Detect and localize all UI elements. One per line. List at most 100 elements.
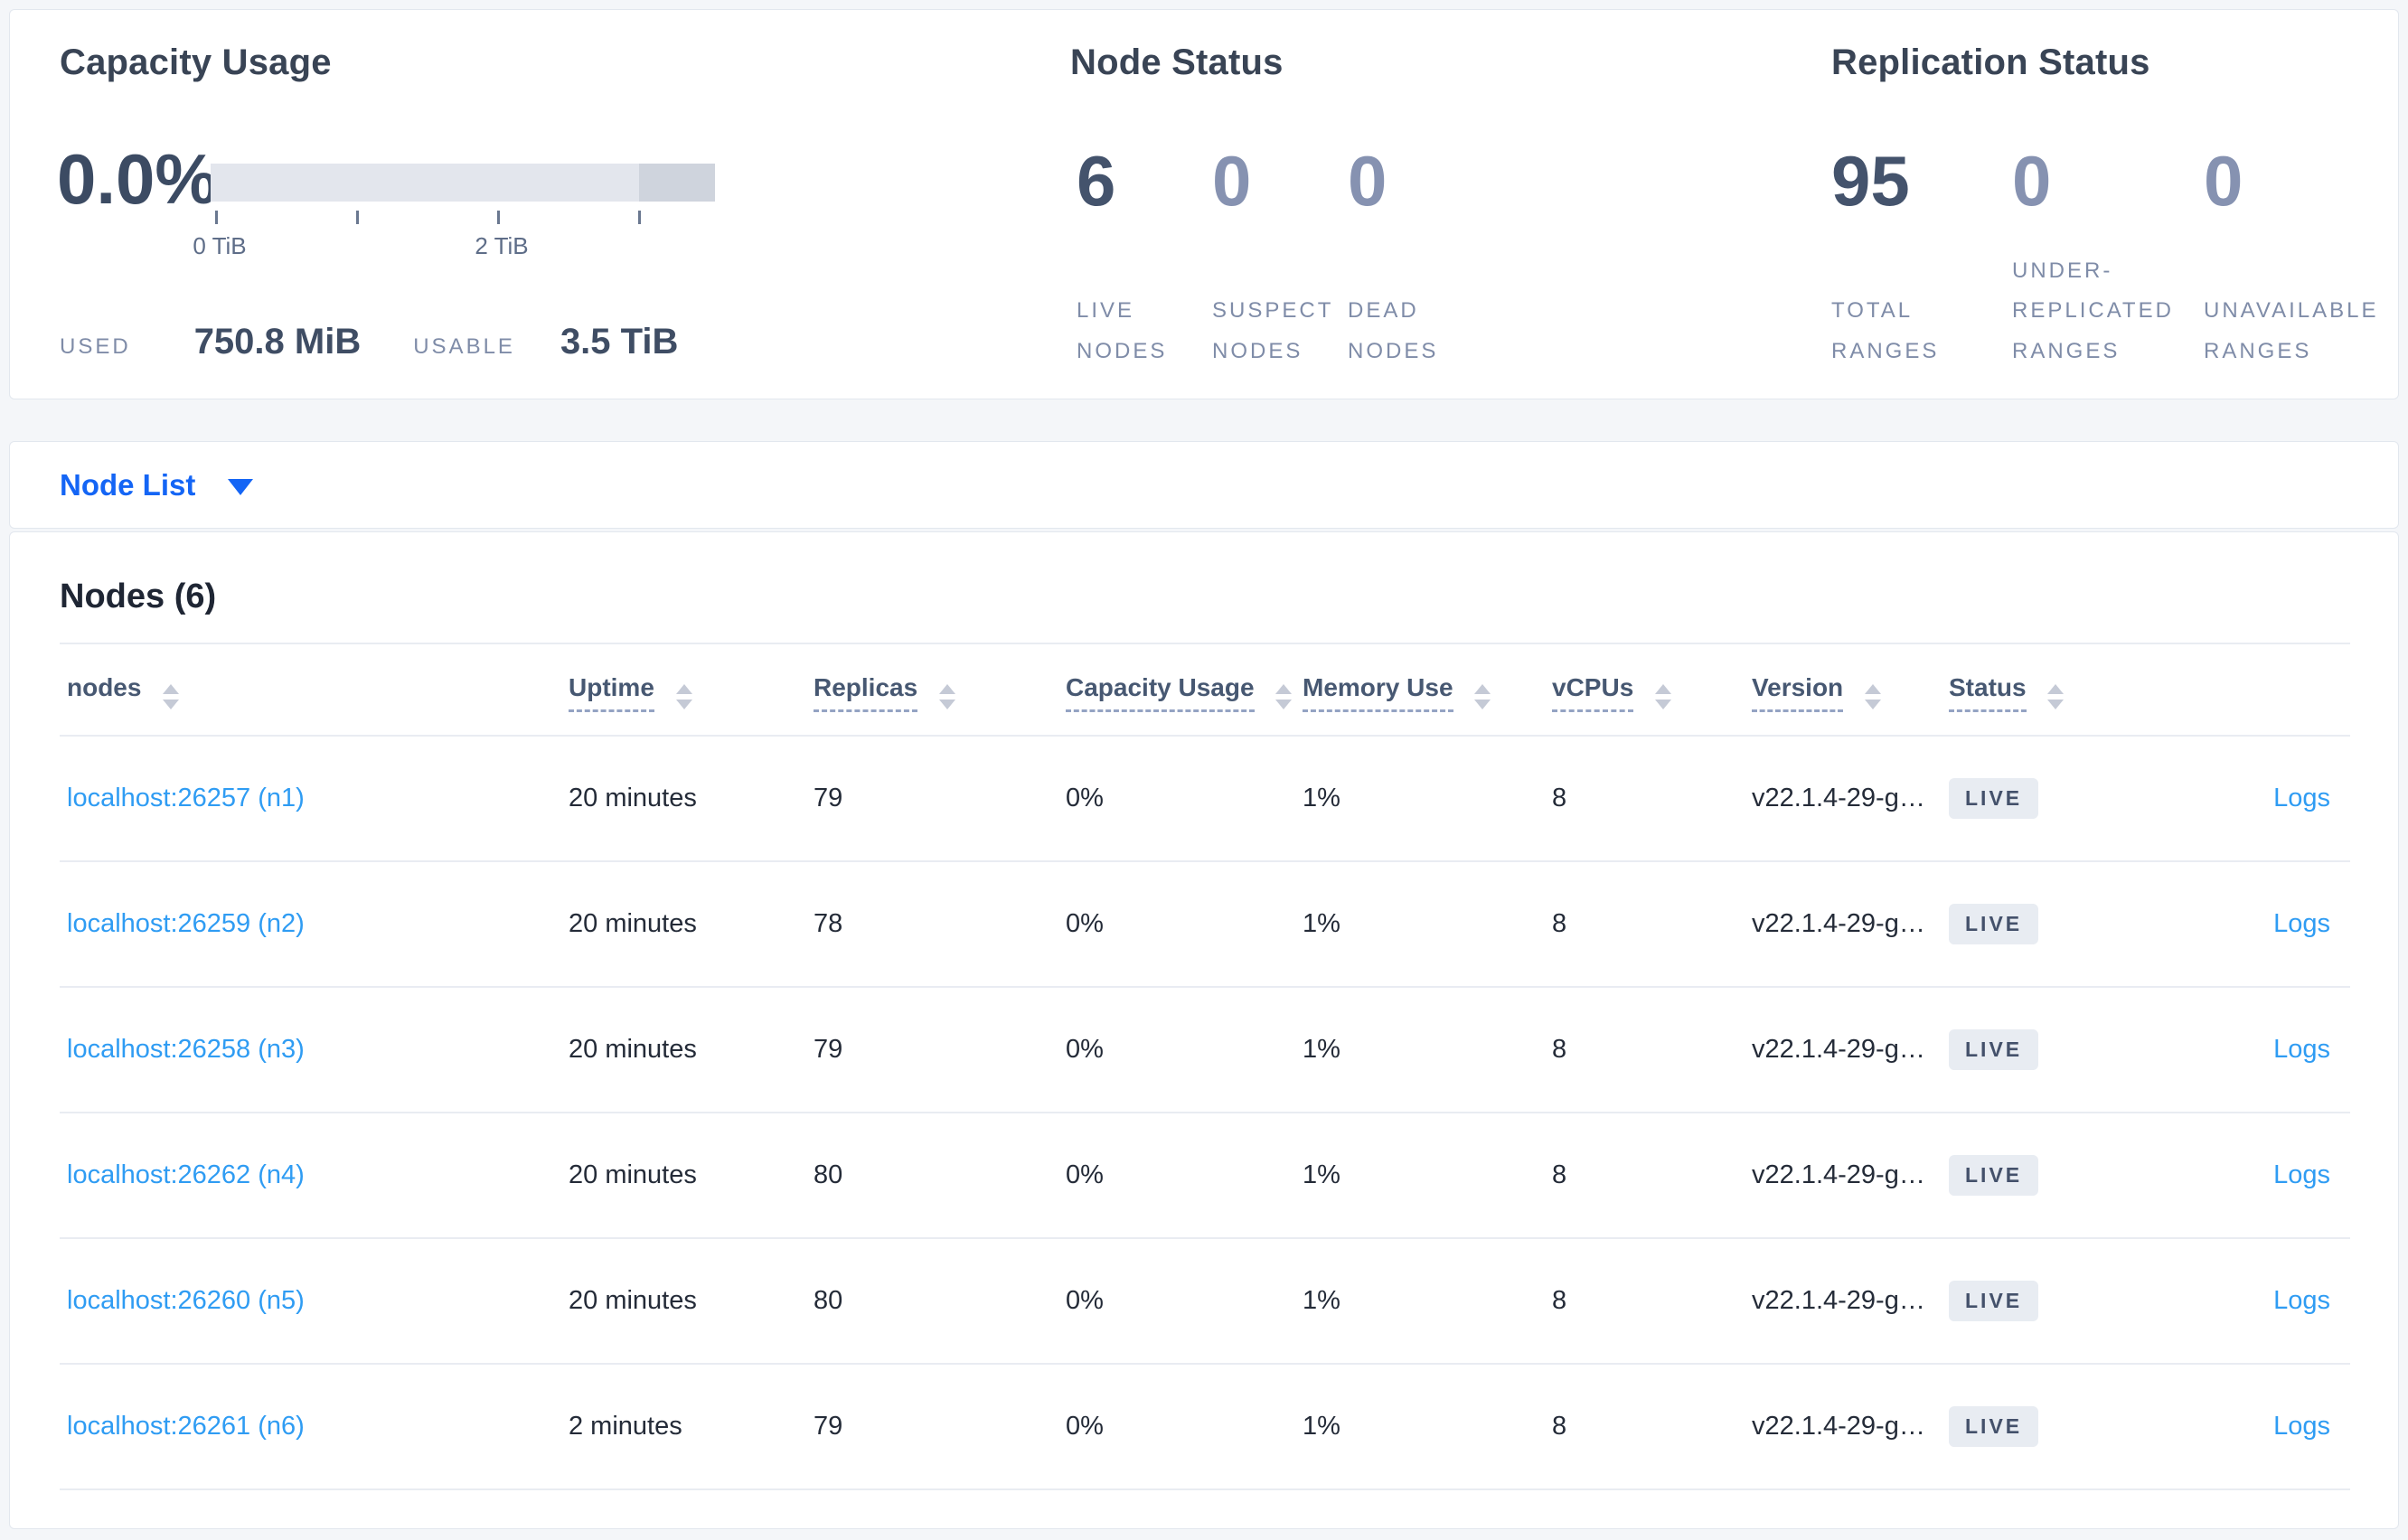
vcpus-cell: 8 — [1552, 861, 1752, 988]
used-value: 750.8 MiB — [193, 322, 362, 362]
replicas-cell: 79 — [814, 736, 1066, 862]
node-link[interactable]: localhost:26261 (n6) — [67, 1412, 305, 1441]
unavailable-ranges-label: UNAVAILABLE RANGES — [2204, 298, 2379, 363]
capacity-bar-chart: 0 TiB 2 TiB — [193, 164, 715, 259]
table-row: localhost:26258 (n3) 20 minutes 79 0% 1%… — [60, 987, 2350, 1113]
sort-icon — [1655, 684, 1672, 709]
dead-nodes-label: DEAD NODES — [1348, 298, 1439, 363]
capacity-usage-cell: 0% — [1066, 1113, 1303, 1239]
nodes-table-card: Nodes (6) nodes Uptime Replicas Capacity… — [9, 531, 2399, 1529]
logs-link[interactable]: Logs — [2273, 1286, 2330, 1315]
node-link[interactable]: localhost:26259 (n2) — [67, 909, 305, 938]
version-cell: v22.1.4-29-g… — [1752, 736, 1949, 862]
node-link[interactable]: localhost:26262 (n4) — [67, 1160, 305, 1189]
memory-use-cell: 1% — [1303, 736, 1552, 862]
uptime-cell: 2 minutes — [569, 1364, 814, 1490]
nodes-count-title: Nodes (6) — [60, 578, 217, 615]
memory-use-cell: 1% — [1303, 1113, 1552, 1239]
node-status-title: Node Status — [1070, 42, 1284, 82]
chevron-down-icon — [228, 478, 254, 495]
table-row: localhost:26262 (n4) 20 minutes 80 0% 1%… — [60, 1113, 2350, 1239]
replicas-cell: 79 — [814, 987, 1066, 1113]
sort-icon — [1864, 684, 1881, 709]
under-replicated-label: UNDER-REPLICATED RANGES — [2012, 258, 2174, 363]
unavailable-ranges-stat: 0 UNAVAILABLE RANGES — [2204, 146, 2408, 371]
replicas-cell: 80 — [814, 1238, 1066, 1365]
version-cell: v22.1.4-29-g… — [1752, 861, 1949, 988]
capacity-bar — [211, 164, 715, 202]
column-header-status[interactable]: Status — [1949, 643, 2166, 737]
vcpus-cell: 8 — [1552, 1113, 1752, 1239]
replicas-cell: 78 — [814, 861, 1066, 988]
node-link[interactable]: localhost:26260 (n5) — [67, 1286, 305, 1315]
replication-status-stats: 95 TOTAL RANGES 0 UNDER-REPLICATED RANGE… — [1831, 146, 2408, 371]
live-nodes-value: 6 — [1077, 141, 1116, 221]
capacity-percent: 0.0% — [57, 139, 218, 219]
cluster-summary-card: Capacity Usage 0.0% 0 TiB 2 TiB USED 750… — [9, 9, 2399, 399]
column-header-capacity-usage[interactable]: Capacity Usage — [1066, 643, 1303, 737]
dead-nodes-value: 0 — [1348, 141, 1387, 221]
capacity-tick — [638, 211, 641, 224]
suspect-nodes-stat: 0 SUSPECT NODES — [1212, 146, 1348, 371]
column-header-replicas[interactable]: Replicas — [814, 643, 1066, 737]
vcpus-cell: 8 — [1552, 1238, 1752, 1365]
column-header-uptime[interactable]: Uptime — [569, 643, 814, 737]
vcpus-cell: 8 — [1552, 736, 1752, 862]
logs-link[interactable]: Logs — [2273, 1412, 2330, 1441]
memory-use-cell: 1% — [1303, 987, 1552, 1113]
capacity-usage-title: Capacity Usage — [60, 42, 332, 82]
suspect-nodes-label: SUSPECT NODES — [1212, 298, 1333, 363]
capacity-tick-label: 0 TiB — [193, 232, 247, 259]
version-cell: v22.1.4-29-g… — [1752, 987, 1949, 1113]
uptime-cell: 20 minutes — [569, 1113, 814, 1239]
node-link[interactable]: localhost:26257 (n1) — [67, 784, 305, 812]
column-header-version[interactable]: Version — [1752, 643, 1949, 737]
table-row: localhost:26261 (n6) 2 minutes 79 0% 1% … — [60, 1364, 2350, 1490]
replication-status-title: Replication Status — [1831, 42, 2150, 82]
vcpus-cell: 8 — [1552, 1364, 1752, 1490]
capacity-usage-cell: 0% — [1066, 1364, 1303, 1490]
memory-use-cell: 1% — [1303, 1364, 1552, 1490]
capacity-tick-label: 2 TiB — [475, 232, 529, 259]
replicas-cell: 79 — [814, 1364, 1066, 1490]
column-header-vcpus[interactable]: vCPUs — [1552, 643, 1752, 737]
under-replicated-stat: 0 UNDER-REPLICATED RANGES — [2012, 146, 2204, 371]
uptime-cell: 20 minutes — [569, 1238, 814, 1365]
table-row: localhost:26260 (n5) 20 minutes 80 0% 1%… — [60, 1238, 2350, 1365]
sort-icon — [938, 684, 955, 709]
live-nodes-stat: 6 LIVE NODES — [1077, 146, 1212, 371]
version-cell: v22.1.4-29-g… — [1752, 1113, 1949, 1239]
unavailable-ranges-value: 0 — [2204, 141, 2243, 221]
node-status-stats: 6 LIVE NODES 0 SUSPECT NODES 0 DEAD NODE… — [1077, 146, 1510, 371]
capacity-tick — [356, 211, 359, 224]
usable-value: 3.5 TiB — [560, 322, 679, 362]
node-link[interactable]: localhost:26258 (n3) — [67, 1035, 305, 1064]
node-list-dropdown-label: Node List — [60, 467, 196, 502]
logs-link[interactable]: Logs — [2273, 1035, 2330, 1064]
status-badge: LIVE — [1949, 1029, 2039, 1070]
column-header-nodes[interactable]: nodes — [60, 643, 569, 737]
memory-use-cell: 1% — [1303, 861, 1552, 988]
status-badge: LIVE — [1949, 904, 2039, 944]
usable-label: USABLE — [413, 334, 515, 359]
status-badge: LIVE — [1949, 1155, 2039, 1196]
logs-link[interactable]: Logs — [2273, 1160, 2330, 1189]
logs-link[interactable]: Logs — [2273, 784, 2330, 812]
capacity-usage-cell: 0% — [1066, 861, 1303, 988]
table-row: localhost:26259 (n2) 20 minutes 78 0% 1%… — [60, 861, 2350, 988]
logs-link[interactable]: Logs — [2273, 909, 2330, 938]
uptime-cell: 20 minutes — [569, 861, 814, 988]
capacity-usage-cell: 0% — [1066, 987, 1303, 1113]
total-ranges-stat: 95 TOTAL RANGES — [1831, 146, 2012, 371]
vcpus-cell: 8 — [1552, 987, 1752, 1113]
capacity-usage-cell: 0% — [1066, 1238, 1303, 1365]
replicas-cell: 80 — [814, 1113, 1066, 1239]
dead-nodes-stat: 0 DEAD NODES — [1348, 146, 1510, 371]
node-list-dropdown[interactable]: Node List — [60, 467, 254, 502]
table-header-row: nodes Uptime Replicas Capacity Usage Mem… — [60, 643, 2350, 737]
status-badge: LIVE — [1949, 778, 2039, 819]
live-nodes-label: LIVE NODES — [1077, 298, 1168, 363]
suspect-nodes-value: 0 — [1212, 141, 1252, 221]
memory-use-cell: 1% — [1303, 1238, 1552, 1365]
column-header-memory-use[interactable]: Memory Use — [1303, 643, 1552, 737]
